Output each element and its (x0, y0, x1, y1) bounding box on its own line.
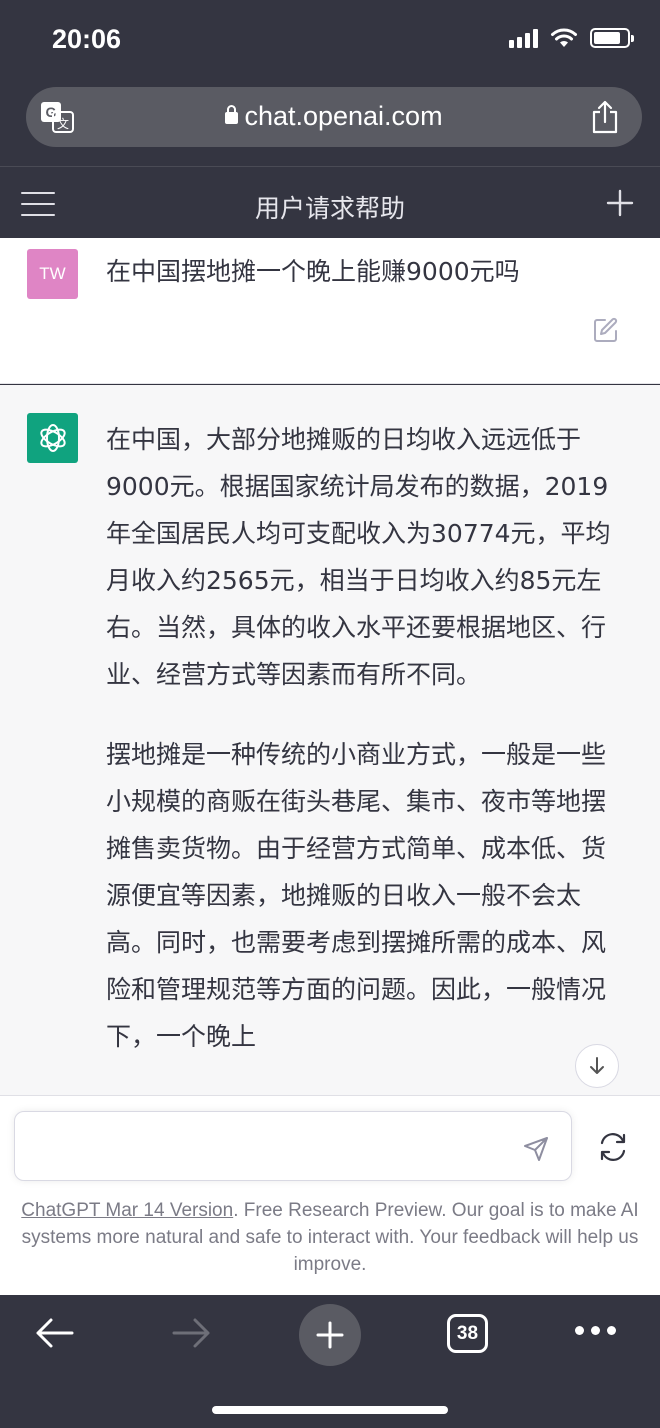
app-header: 用户请求帮助 (0, 166, 660, 238)
lock-icon (225, 105, 239, 124)
more-options-icon[interactable] (575, 1326, 616, 1335)
new-tab-button[interactable] (299, 1304, 361, 1366)
conversation-title: 用户请求帮助 (254, 194, 405, 223)
user-message: TW 在中国摆地摊一个晚上能赚9000元吗 (0, 238, 660, 384)
share-icon[interactable] (590, 100, 620, 134)
user-message-text: 在中国摆地摊一个晚上能赚9000元吗 (106, 257, 520, 286)
status-time: 20:06 (52, 24, 122, 54)
new-chat-plus-icon[interactable] (606, 189, 634, 217)
assistant-paragraph: 摆地摊是一种传统的小商业方式，一般是一些小规模的商贩在街头巷尾、集市、夜市等地摆… (106, 740, 607, 1051)
home-indicator (212, 1406, 448, 1414)
chatgpt-logo-icon (27, 413, 78, 463)
scroll-to-bottom-button[interactable] (575, 1044, 619, 1088)
back-arrow-icon[interactable] (34, 1316, 74, 1350)
message-input[interactable] (14, 1111, 572, 1181)
wifi-icon (551, 28, 577, 47)
plus-icon (316, 1321, 344, 1349)
status-icons (509, 28, 634, 48)
composer-area: ChatGPT Mar 14 Version. Free Research Pr… (0, 1095, 660, 1295)
forward-arrow-icon[interactable] (172, 1316, 212, 1350)
assistant-message: 在中国，大部分地摊贩的日均收入远远低于9000元。根据国家统计局发布的数据，20… (0, 385, 660, 1095)
battery-icon (590, 28, 634, 48)
footer-disclaimer: ChatGPT Mar 14 Version. Free Research Pr… (20, 1197, 640, 1278)
cellular-signal-icon (509, 28, 538, 48)
send-icon[interactable] (522, 1135, 550, 1163)
version-link[interactable]: ChatGPT Mar 14 Version (21, 1200, 233, 1221)
tabs-count-button[interactable]: 38 (447, 1314, 488, 1353)
edit-icon[interactable] (593, 317, 619, 343)
assistant-message-text: 在中国，大部分地摊贩的日均收入远远低于9000元。根据国家统计局发布的数据，20… (106, 416, 618, 1093)
user-avatar: TW (27, 249, 78, 299)
assistant-paragraph: 在中国，大部分地摊贩的日均收入远远低于9000元。根据国家统计局发布的数据，20… (106, 425, 611, 689)
url-bar[interactable]: G 文 chat.openai.com (26, 87, 642, 147)
arrow-down-icon (590, 1057, 604, 1074)
regenerate-icon[interactable] (598, 1132, 628, 1162)
url-text[interactable]: chat.openai.com (26, 101, 642, 132)
url-label: chat.openai.com (244, 101, 443, 131)
browser-toolbar: 38 (0, 1296, 660, 1428)
status-bar: 20:06 (0, 0, 660, 84)
